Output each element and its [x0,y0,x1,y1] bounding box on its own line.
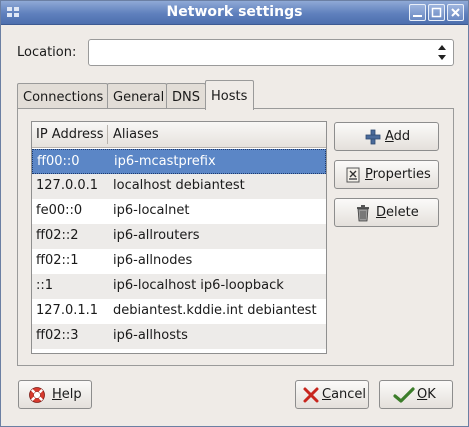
tab-label: DNS [172,90,200,105]
aliases-cell: ip6-allrouters [113,228,200,243]
properties-button[interactable]: Properties [334,160,439,189]
ip-cell: fe00::0 [36,203,83,218]
ip-cell: ff02::1 [36,253,79,268]
ok-button-label: OK [417,387,436,402]
table-row[interactable]: 127.0.1.1 debiantest.kddie.int debiantes… [32,299,326,324]
ip-cell: 127.0.0.1 [36,178,99,193]
help-button[interactable]: Help [18,380,92,409]
aliases-cell: ip6-localhost ip6-loopback [113,278,284,293]
table-row[interactable]: fe00::0 ip6-localnet [32,199,326,224]
title-bar[interactable]: Network settings [1,1,468,25]
hosts-table[interactable]: IP Address Aliases ff00::0 ip6-mcastpref… [31,121,327,354]
ip-cell: ::1 [36,278,54,293]
delete-button[interactable]: Delete [334,198,439,227]
table-row[interactable]: ff00::0 ip6-mcastprefix [32,149,326,174]
tab-connections[interactable]: Connections [17,83,108,109]
aliases-cell: localhost debiantest [113,178,245,193]
properties-icon [344,166,362,184]
location-combo[interactable] [88,39,454,66]
ip-cell: 127.0.1.1 [36,303,99,318]
properties-button-label: Properties [365,167,431,182]
table-header: IP Address Aliases [32,122,326,148]
table-row[interactable]: 127.0.0.1 localhost debiantest [32,174,326,199]
aliases-cell: ip6-mcastprefix [114,154,216,169]
table-row[interactable]: ff02::1 ip6-allnodes [32,249,326,274]
table-row[interactable]: ff02::3 ip6-allhosts [32,324,326,349]
ok-button[interactable]: OK [379,380,453,409]
ip-cell: ff02::2 [36,228,79,243]
delete-button-label: Delete [376,205,419,220]
minimize-icon[interactable] [409,4,426,21]
tab-label: Connections [23,90,104,105]
add-button-label: Add [385,129,411,144]
tab-label: General [113,90,165,105]
checkmark-icon [393,386,415,404]
location-label: Location: [17,45,77,60]
cancel-button-label: Cancel [322,387,367,402]
tab-hosts[interactable]: Hosts [205,80,254,110]
table-row[interactable]: ff02::2 ip6-allrouters [32,224,326,249]
maximize-icon[interactable] [428,4,445,21]
x-icon [302,386,320,404]
column-separator[interactable] [107,125,108,144]
tab-general[interactable]: General [107,83,167,109]
plus-icon [364,128,382,146]
column-header-aliases[interactable]: Aliases [113,127,159,142]
column-header-ip-address[interactable]: IP Address [36,127,104,142]
ip-cell: ff00::0 [37,154,80,169]
window-title: Network settings [166,4,303,20]
lifebuoy-icon [28,386,46,404]
add-button[interactable]: Add [334,122,439,151]
close-icon[interactable] [447,4,464,21]
help-button-label: Help [52,387,82,402]
aliases-cell: ip6-allnodes [113,253,193,268]
aliases-cell: ip6-allhosts [113,328,188,343]
network-settings-window: Network settings Location: Connections G… [0,0,469,427]
tab-dns[interactable]: DNS [166,83,206,109]
cancel-button[interactable]: Cancel [295,380,369,409]
aliases-cell: debiantest.kddie.int debiantest [113,303,317,318]
table-row[interactable]: ::1 ip6-localhost ip6-loopback [32,274,326,299]
chevron-updown-icon[interactable] [431,40,453,65]
trash-icon [354,204,372,222]
aliases-cell: ip6-localnet [113,203,190,218]
tab-label: Hosts [211,89,248,104]
ip-cell: ff02::3 [36,328,79,343]
